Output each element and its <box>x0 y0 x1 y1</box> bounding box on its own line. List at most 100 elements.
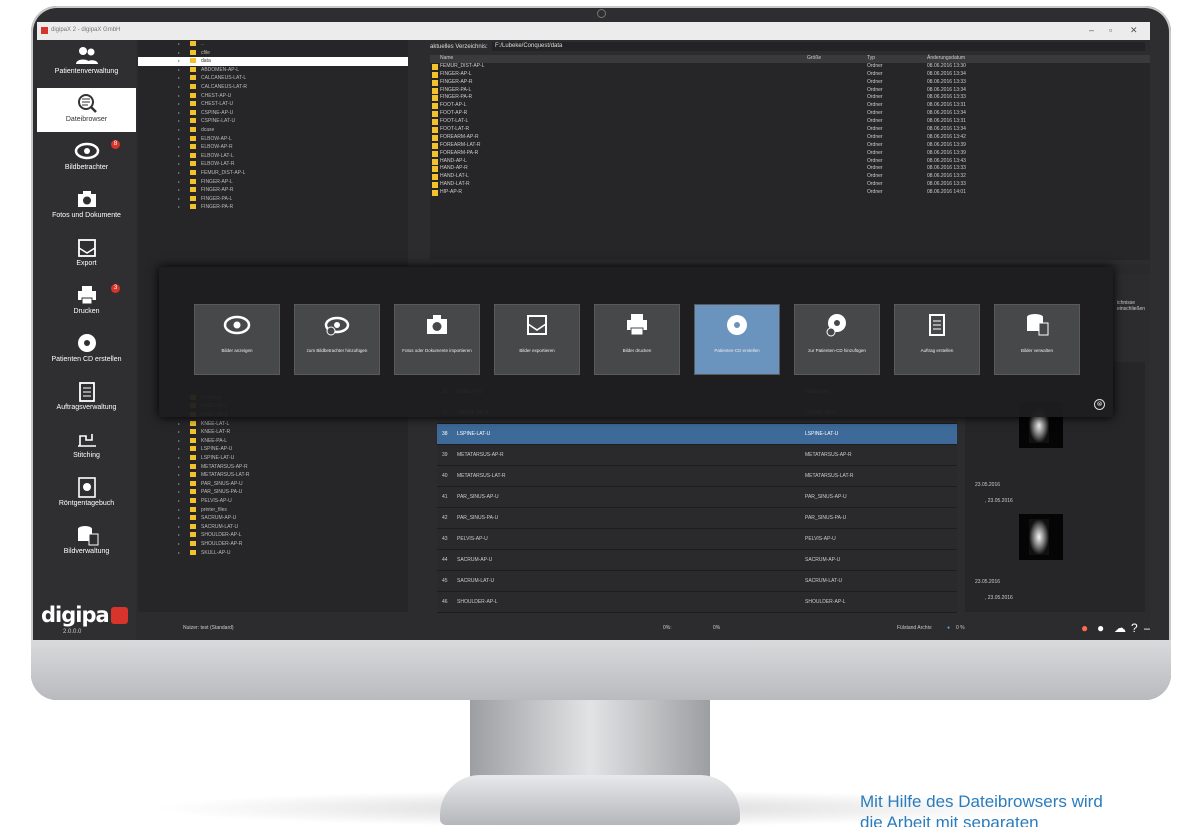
close-window-button[interactable]: ✕ <box>1130 25 1138 36</box>
table-row[interactable]: 43 PELVIS-AP-U PELVIS-AP-U <box>437 529 957 550</box>
expand-arrow-icon[interactable]: ▸ <box>178 178 180 187</box>
sidebar-item-dateibrowser[interactable]: Dateibrowser <box>37 88 136 132</box>
sidebar-item-patientenverwaltung[interactable]: Patientenverwaltung <box>37 40 136 84</box>
action-tile[interactable]: Bilder exportieren <box>494 304 580 375</box>
thumbnail-date[interactable]: 23.05.2016 <box>965 479 1150 491</box>
tree-item[interactable]: ▸ KNEE-LAT-L <box>138 420 408 429</box>
expand-arrow-icon[interactable]: ▸ <box>178 40 180 49</box>
tree-item[interactable]: ▸ FINGER-AP-R <box>138 186 408 195</box>
sidebar-item-drucken[interactable]: 3 Drucken <box>37 280 136 324</box>
expand-arrow-icon[interactable]: ▸ <box>178 152 180 161</box>
help-button[interactable]: ? <box>1131 621 1138 635</box>
minimize-app-button[interactable]: – <box>1144 621 1150 635</box>
tree-item[interactable]: ▸ CSPINE-AP-U <box>138 109 408 118</box>
tree-item[interactable]: ▸ LSPINE-LAT-U <box>138 454 408 463</box>
action-tile[interactable]: Bilder drucken <box>594 304 680 375</box>
tree-item[interactable]: ▸ CALCANEUS-LAT-L <box>138 74 408 83</box>
table-row[interactable]: 39 METATARSUS-AP-R METATARSUS-AP-R <box>437 445 957 466</box>
tree-item[interactable]: ▸ LSPINE-AP-U <box>138 445 408 454</box>
tree-item[interactable]: ▸ PAR_SINUS-PA-U <box>138 488 408 497</box>
tree-item[interactable]: ▸ ELBOW-LAT-L <box>138 152 408 161</box>
tree-item[interactable]: ▸ CHEST-AP-U <box>138 92 408 101</box>
expand-arrow-icon[interactable]: ▸ <box>178 83 180 92</box>
sidebar-item-fotos-und-dokumente[interactable]: Fotos und Dokumente <box>37 184 136 228</box>
directory-path-input[interactable]: F:/Lubeke/Conquest/data <box>492 42 1145 51</box>
tree-item[interactable]: ▸ cfile <box>138 49 408 58</box>
notification-icon[interactable]: ● <box>1081 621 1088 635</box>
action-tile[interactable]: Auftrag erstellen <box>894 304 980 375</box>
tree-item[interactable]: ▸ ELBOW-AP-L <box>138 135 408 144</box>
tree-item[interactable]: ▸ PAR_SINUS-AP-U <box>138 480 408 489</box>
action-tile[interactable]: Fotos oder Dokumente importieren <box>394 304 480 375</box>
tree-item[interactable]: ▸ SHOULDER-AP-L <box>138 531 408 540</box>
expand-arrow-icon[interactable]: ▸ <box>178 92 180 101</box>
expand-arrow-icon[interactable]: ▸ <box>178 445 180 454</box>
cloud-icon[interactable]: ☁ <box>1114 621 1126 635</box>
column-size[interactable]: Größe <box>807 55 821 63</box>
tree-item[interactable]: ▸ KNEE-LAT-R <box>138 428 408 437</box>
expand-arrow-icon[interactable]: ▸ <box>178 126 180 135</box>
action-tile[interactable]: Bilder verwalten <box>994 304 1080 375</box>
tree-item[interactable]: ▸ FINGER-AP-L <box>138 178 408 187</box>
expand-arrow-icon[interactable]: ▸ <box>178 135 180 144</box>
file-row[interactable]: FINGER-PA-R Ordner 08.06.2016 13:33 <box>430 94 1150 102</box>
close-overlay-button[interactable]: ⊗ <box>1094 399 1105 410</box>
tree-item[interactable]: ▸ METATARSUS-LAT-R <box>138 471 408 480</box>
table-row[interactable]: 42 PAR_SINUS-PA-U PAR_SINUS-PA-U <box>437 508 957 529</box>
tree-item[interactable]: ▸ METATARSUS-AP-R <box>138 463 408 472</box>
sidebar-item-stitching[interactable]: Stitching <box>37 424 136 468</box>
sidebar-item-auftragsverwaltung[interactable]: Auftragsverwaltung <box>37 376 136 420</box>
tree-item[interactable]: ▸ PELVIS-AP-U <box>138 497 408 506</box>
expand-arrow-icon[interactable]: ▸ <box>178 100 180 109</box>
expand-arrow-icon[interactable]: ▸ <box>178 497 180 506</box>
tree-item[interactable]: ▸ data <box>138 57 408 66</box>
expand-arrow-icon[interactable]: ▸ <box>178 160 180 169</box>
file-row[interactable]: FOOT-AP-L Ordner 08.06.2016 13:31 <box>430 102 1150 110</box>
file-row[interactable]: FOOT-AP-R Ordner 08.06.2016 13:34 <box>430 110 1150 118</box>
thumbnail-date[interactable]: , 23.05.2016 <box>965 495 1150 507</box>
sidebar-item-roentgentagebuch[interactable]: Röntgentagebuch <box>37 472 136 516</box>
table-row[interactable]: 46 SHOULDER-AP-L SHOULDER-AP-L <box>437 592 957 613</box>
xray-thumbnail[interactable] <box>1019 514 1063 560</box>
expand-arrow-icon[interactable]: ▸ <box>178 169 180 178</box>
file-row[interactable]: FOREARM-LAT-R Ordner 08.06.2016 13:39 <box>430 142 1150 150</box>
tree-item[interactable]: ▸ dcaxe <box>138 126 408 135</box>
expand-arrow-icon[interactable]: ▸ <box>178 488 180 497</box>
file-row[interactable]: FOOT-LAT-R Ordner 08.06.2016 13:34 <box>430 126 1150 134</box>
tree-item[interactable]: ▸ SKULL-AP-U <box>138 549 408 558</box>
file-row[interactable]: FOREARM-PA-R Ordner 08.06.2016 13:39 <box>430 150 1150 158</box>
thumbnail-date[interactable]: , 23.05.2016 <box>965 592 1150 604</box>
column-name[interactable]: Name <box>440 55 453 63</box>
expand-arrow-icon[interactable]: ▸ <box>178 531 180 540</box>
sidebar-item-bildverwaltung[interactable]: Bildverwaltung <box>37 520 136 564</box>
settings-icon[interactable]: ● <box>1097 621 1104 635</box>
expand-arrow-icon[interactable]: ▸ <box>178 523 180 532</box>
expand-arrow-icon[interactable]: ▸ <box>178 74 180 83</box>
sidebar-item-bildbetrachter[interactable]: 8 Bildbetrachter <box>37 136 136 180</box>
tree-item[interactable]: ▸ SHOULDER-AP-R <box>138 540 408 549</box>
expand-arrow-icon[interactable]: ▸ <box>178 117 180 126</box>
file-row[interactable]: FINGER-PA-L Ordner 08.06.2016 13:34 <box>430 87 1150 95</box>
expand-arrow-icon[interactable]: ▸ <box>178 428 180 437</box>
table-row[interactable]: 44 SACRUM-AP-U SACRUM-AP-U <box>437 550 957 571</box>
file-row[interactable]: HAND-AP-R Ordner 08.06.2016 13:33 <box>430 165 1150 173</box>
expand-arrow-icon[interactable]: ▸ <box>178 506 180 515</box>
tree-item[interactable]: ▸ SACRUM-AP-U <box>138 514 408 523</box>
thumbnail-date[interactable]: 23.05.2016 <box>965 576 1150 588</box>
sidebar-item-export[interactable]: Export <box>37 232 136 276</box>
expand-arrow-icon[interactable]: ▸ <box>178 57 180 66</box>
column-date[interactable]: Änderungsdatum <box>927 55 965 63</box>
tree-item[interactable]: ▸ KNEE-PA-L <box>138 437 408 446</box>
expand-arrow-icon[interactable]: ▸ <box>178 420 180 429</box>
column-type[interactable]: Typ <box>867 55 875 63</box>
expand-arrow-icon[interactable]: ▸ <box>178 143 180 152</box>
file-row[interactable]: HIP-AP-R Ordner 08.06.2016 14:01 <box>430 189 1150 197</box>
maximize-button[interactable]: ▫ <box>1109 25 1112 35</box>
tree-item[interactable]: ▸ printer_files <box>138 506 408 515</box>
expand-arrow-icon[interactable]: ▸ <box>178 49 180 58</box>
minimize-button[interactable]: – <box>1089 25 1094 35</box>
action-tile[interactable]: Patienten-CD erstellen <box>694 304 780 375</box>
tree-item[interactable]: ▸ FEMUR_DIST-AP-L <box>138 169 408 178</box>
tree-item[interactable]: ▸ FINGER-PA-R <box>138 203 408 212</box>
tree-item[interactable]: ▸ CHEST-LAT-U <box>138 100 408 109</box>
